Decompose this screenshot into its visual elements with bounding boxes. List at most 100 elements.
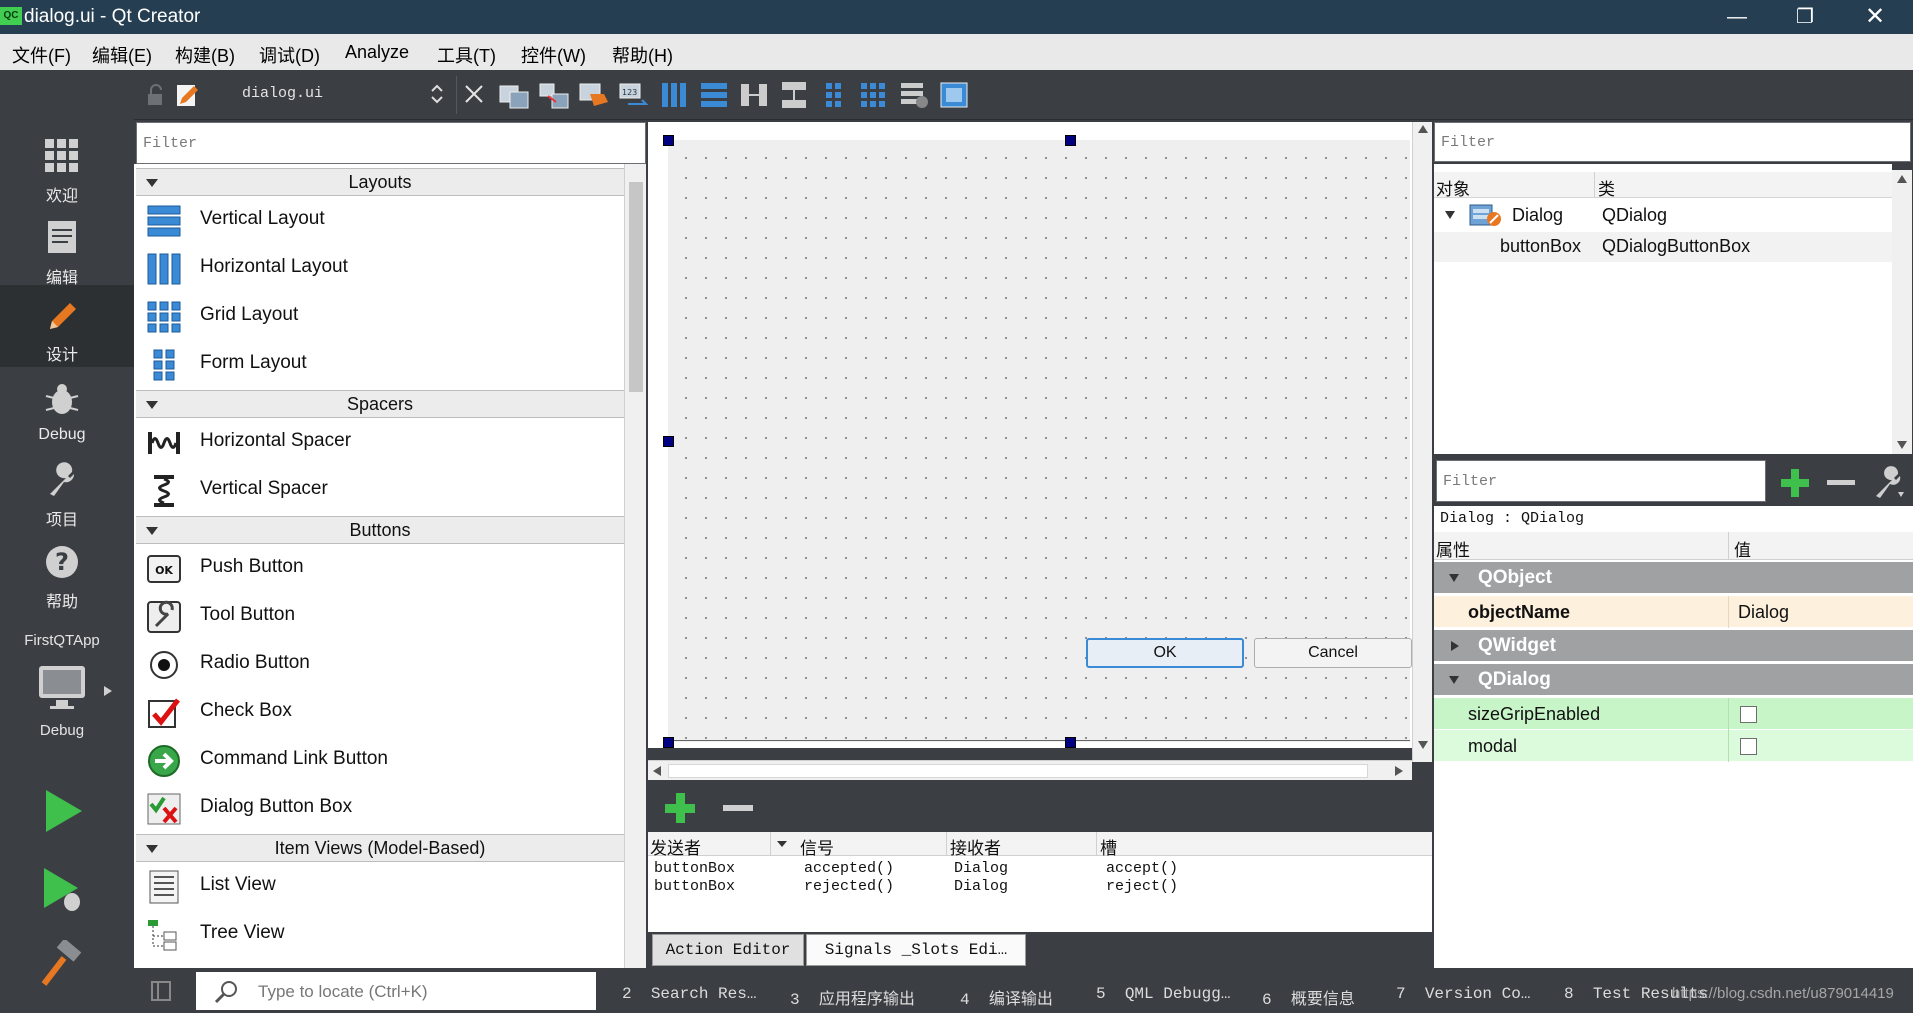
category-buttons[interactable]: Buttons	[136, 516, 624, 544]
add-connection-icon[interactable]	[662, 790, 698, 826]
menu-edit[interactable]: 编辑(E)	[92, 42, 152, 68]
category-layouts[interactable]: Layouts	[136, 168, 624, 196]
header-object[interactable]: 对象	[1436, 175, 1470, 200]
object-row-buttonbox[interactable]: buttonBox QDialogButtonBox	[1434, 232, 1892, 262]
output-pane-app-output[interactable]: 3 应用程序输出	[790, 985, 915, 1009]
add-property-icon[interactable]	[1778, 466, 1812, 500]
category-item-views[interactable]: Item Views (Model-Based)	[136, 834, 624, 862]
output-pane-general-messages[interactable]: 6 概要信息	[1262, 985, 1355, 1009]
cancel-button[interactable]: Cancel	[1254, 638, 1412, 668]
widget-vertical-layout[interactable]: Vertical Layout	[136, 196, 624, 244]
scroll-down-icon[interactable]	[1896, 440, 1908, 450]
build-button[interactable]	[38, 938, 88, 990]
widget-form-layout[interactable]: Form Layout	[136, 340, 624, 388]
resize-handle[interactable]	[1065, 737, 1076, 748]
form-horizontal-scrollbar[interactable]	[648, 760, 1412, 780]
property-group-qdialog[interactable]: QDialog	[1434, 664, 1913, 696]
menu-file[interactable]: 文件(F)	[12, 42, 71, 68]
widget-horizontal-layout[interactable]: Horizontal Layout	[136, 244, 624, 292]
close-window-button[interactable]: ✕	[1850, 2, 1900, 32]
sizegripenabled-checkbox[interactable]	[1740, 706, 1757, 723]
menu-widgets[interactable]: 控件(W)	[521, 42, 586, 68]
property-filter-input[interactable]: Filter	[1436, 460, 1766, 502]
object-filter-input[interactable]: Filter	[1434, 122, 1911, 162]
open-file-name[interactable]: dialog.ui	[242, 85, 323, 102]
object-row-dialog[interactable]: Dialog QDialog	[1434, 200, 1892, 230]
property-row-objectname[interactable]: objectName Dialog	[1434, 596, 1913, 628]
connection-row[interactable]: buttonBox rejected() Dialog reject()	[648, 878, 1432, 896]
edit-widgets-icon[interactable]	[498, 80, 530, 110]
debug-run-button[interactable]	[38, 866, 88, 916]
widget-filter-input[interactable]: Filter	[136, 122, 646, 164]
edit-tab-order-icon[interactable]: 123	[618, 80, 650, 110]
scrollbar-thumb[interactable]	[668, 764, 1368, 778]
menu-tools[interactable]: 工具(T)	[437, 42, 496, 68]
tab-signals-slots-editor[interactable]: Signals _Slots Edi…	[806, 934, 1026, 966]
menu-help[interactable]: 帮助(H)	[612, 42, 673, 68]
widget-tool-button[interactable]: Tool Button	[136, 592, 624, 640]
resize-handle[interactable]	[663, 737, 674, 748]
output-pane-compile-output[interactable]: 4 编译输出	[960, 985, 1053, 1009]
widget-box-scrollbar[interactable]	[624, 164, 646, 968]
category-spacers[interactable]: Spacers	[136, 390, 624, 418]
edit-buddies-icon[interactable]	[578, 80, 610, 110]
output-pane-version-control[interactable]: 7 Version Co…	[1396, 985, 1530, 1003]
expand-triangle-icon[interactable]	[1444, 210, 1456, 220]
property-group-qobject[interactable]: QObject	[1434, 562, 1913, 594]
toggle-sidebar-icon[interactable]	[150, 980, 172, 1002]
property-value[interactable]: Dialog	[1738, 602, 1789, 623]
menu-debug[interactable]: 调试(D)	[259, 42, 320, 68]
form-vertical-scrollbar[interactable]	[1412, 122, 1432, 762]
layout-h-splitter-icon[interactable]	[738, 80, 770, 110]
kit-selector[interactable]: Debug	[0, 660, 134, 750]
property-group-qwidget[interactable]: QWidget	[1434, 630, 1913, 662]
widget-grid-layout[interactable]: Grid Layout	[136, 292, 624, 340]
layout-horizontally-icon[interactable]	[658, 80, 690, 110]
scroll-right-icon[interactable]	[1394, 765, 1404, 777]
widget-dialog-button-box[interactable]: Dialog Button Box	[136, 784, 624, 832]
minimize-button[interactable]: —	[1712, 2, 1762, 32]
close-document-icon[interactable]	[462, 82, 486, 106]
chevron-updown-icon[interactable]	[430, 82, 444, 106]
modal-checkbox[interactable]	[1740, 738, 1757, 755]
widget-tree-view[interactable]: Tree View	[136, 910, 624, 958]
run-button[interactable]	[38, 786, 88, 836]
mode-debug[interactable]: Debug	[0, 370, 134, 452]
widget-check-box[interactable]: Check Box	[136, 688, 624, 736]
connection-row[interactable]: buttonBox accepted() Dialog accept()	[648, 860, 1432, 878]
remove-connection-icon[interactable]	[720, 790, 756, 826]
widget-horizontal-spacer[interactable]: Horizontal Spacer	[136, 418, 624, 466]
output-pane-qml-debugger[interactable]: 5 QML Debugg…	[1096, 985, 1230, 1003]
resize-handle[interactable]	[1065, 135, 1076, 146]
widget-list-view[interactable]: List View	[136, 862, 624, 910]
layout-form-icon[interactable]	[818, 80, 850, 110]
layout-v-splitter-icon[interactable]	[778, 80, 810, 110]
tab-action-editor[interactable]: Action Editor	[652, 934, 804, 966]
mode-design[interactable]: 设计	[0, 285, 134, 367]
break-layout-icon[interactable]	[898, 80, 930, 110]
mode-edit[interactable]: 编辑	[0, 208, 134, 290]
widget-radio-button[interactable]: Radio Button	[136, 640, 624, 688]
menu-build[interactable]: 构建(B)	[175, 42, 235, 68]
header-slot[interactable]: 槽	[1100, 834, 1117, 859]
header-value[interactable]: 值	[1734, 536, 1751, 561]
widget-command-link-button[interactable]: Command Link Button	[136, 736, 624, 784]
output-pane-search-results[interactable]: 2 Search Res…	[622, 985, 756, 1003]
layout-grid-icon[interactable]	[858, 80, 890, 110]
adjust-size-icon[interactable]	[938, 80, 970, 110]
remove-property-icon[interactable]	[1824, 466, 1858, 500]
locator-input[interactable]: Type to locate (Ctrl+K)	[196, 972, 596, 1010]
property-row-modal[interactable]: modal	[1434, 730, 1913, 762]
scroll-left-icon[interactable]	[652, 765, 662, 777]
property-row-sizegripenabled[interactable]: sizeGripEnabled	[1434, 698, 1913, 730]
configure-wrench-icon[interactable]	[1870, 464, 1906, 500]
layout-vertically-icon[interactable]	[698, 80, 730, 110]
menu-analyze[interactable]: Analyze	[345, 42, 409, 63]
header-class[interactable]: 类	[1598, 175, 1615, 200]
ok-button[interactable]: OK	[1086, 638, 1244, 668]
resize-handle[interactable]	[663, 436, 674, 447]
header-receiver[interactable]: 接收者	[950, 834, 1001, 859]
mode-projects[interactable]: 项目	[0, 450, 134, 532]
scroll-down-icon[interactable]	[1417, 740, 1429, 750]
header-sender[interactable]: 发送者	[650, 834, 701, 859]
